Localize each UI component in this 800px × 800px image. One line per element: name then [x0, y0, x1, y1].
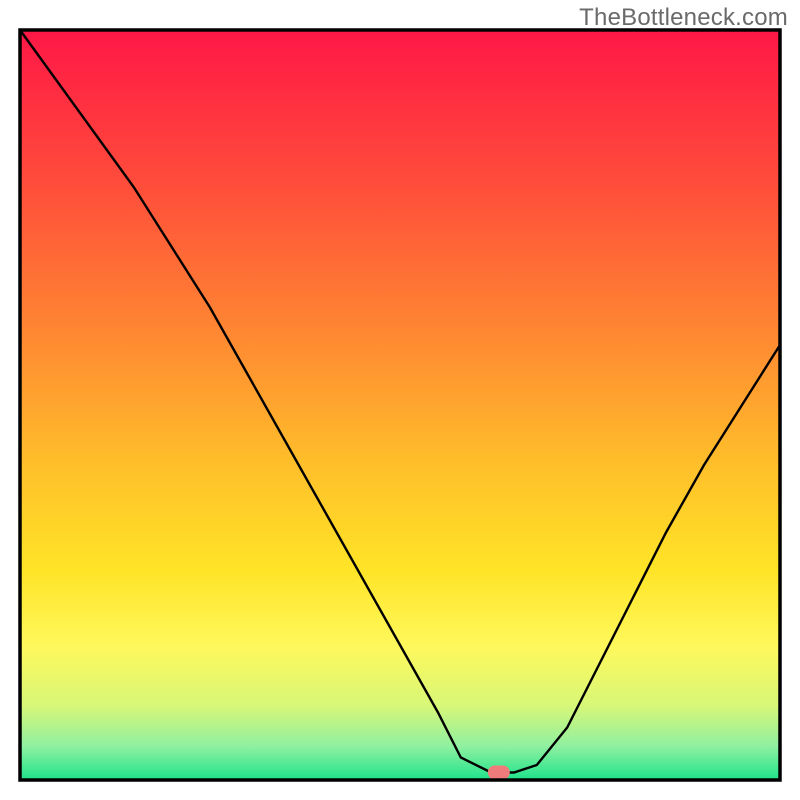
optimum-marker [488, 766, 510, 780]
gradient-background [20, 30, 780, 780]
chart-svg [0, 0, 800, 800]
plot-area [20, 30, 780, 780]
bottleneck-chart: TheBottleneck.com [0, 0, 800, 800]
watermark-text: TheBottleneck.com [579, 4, 788, 32]
